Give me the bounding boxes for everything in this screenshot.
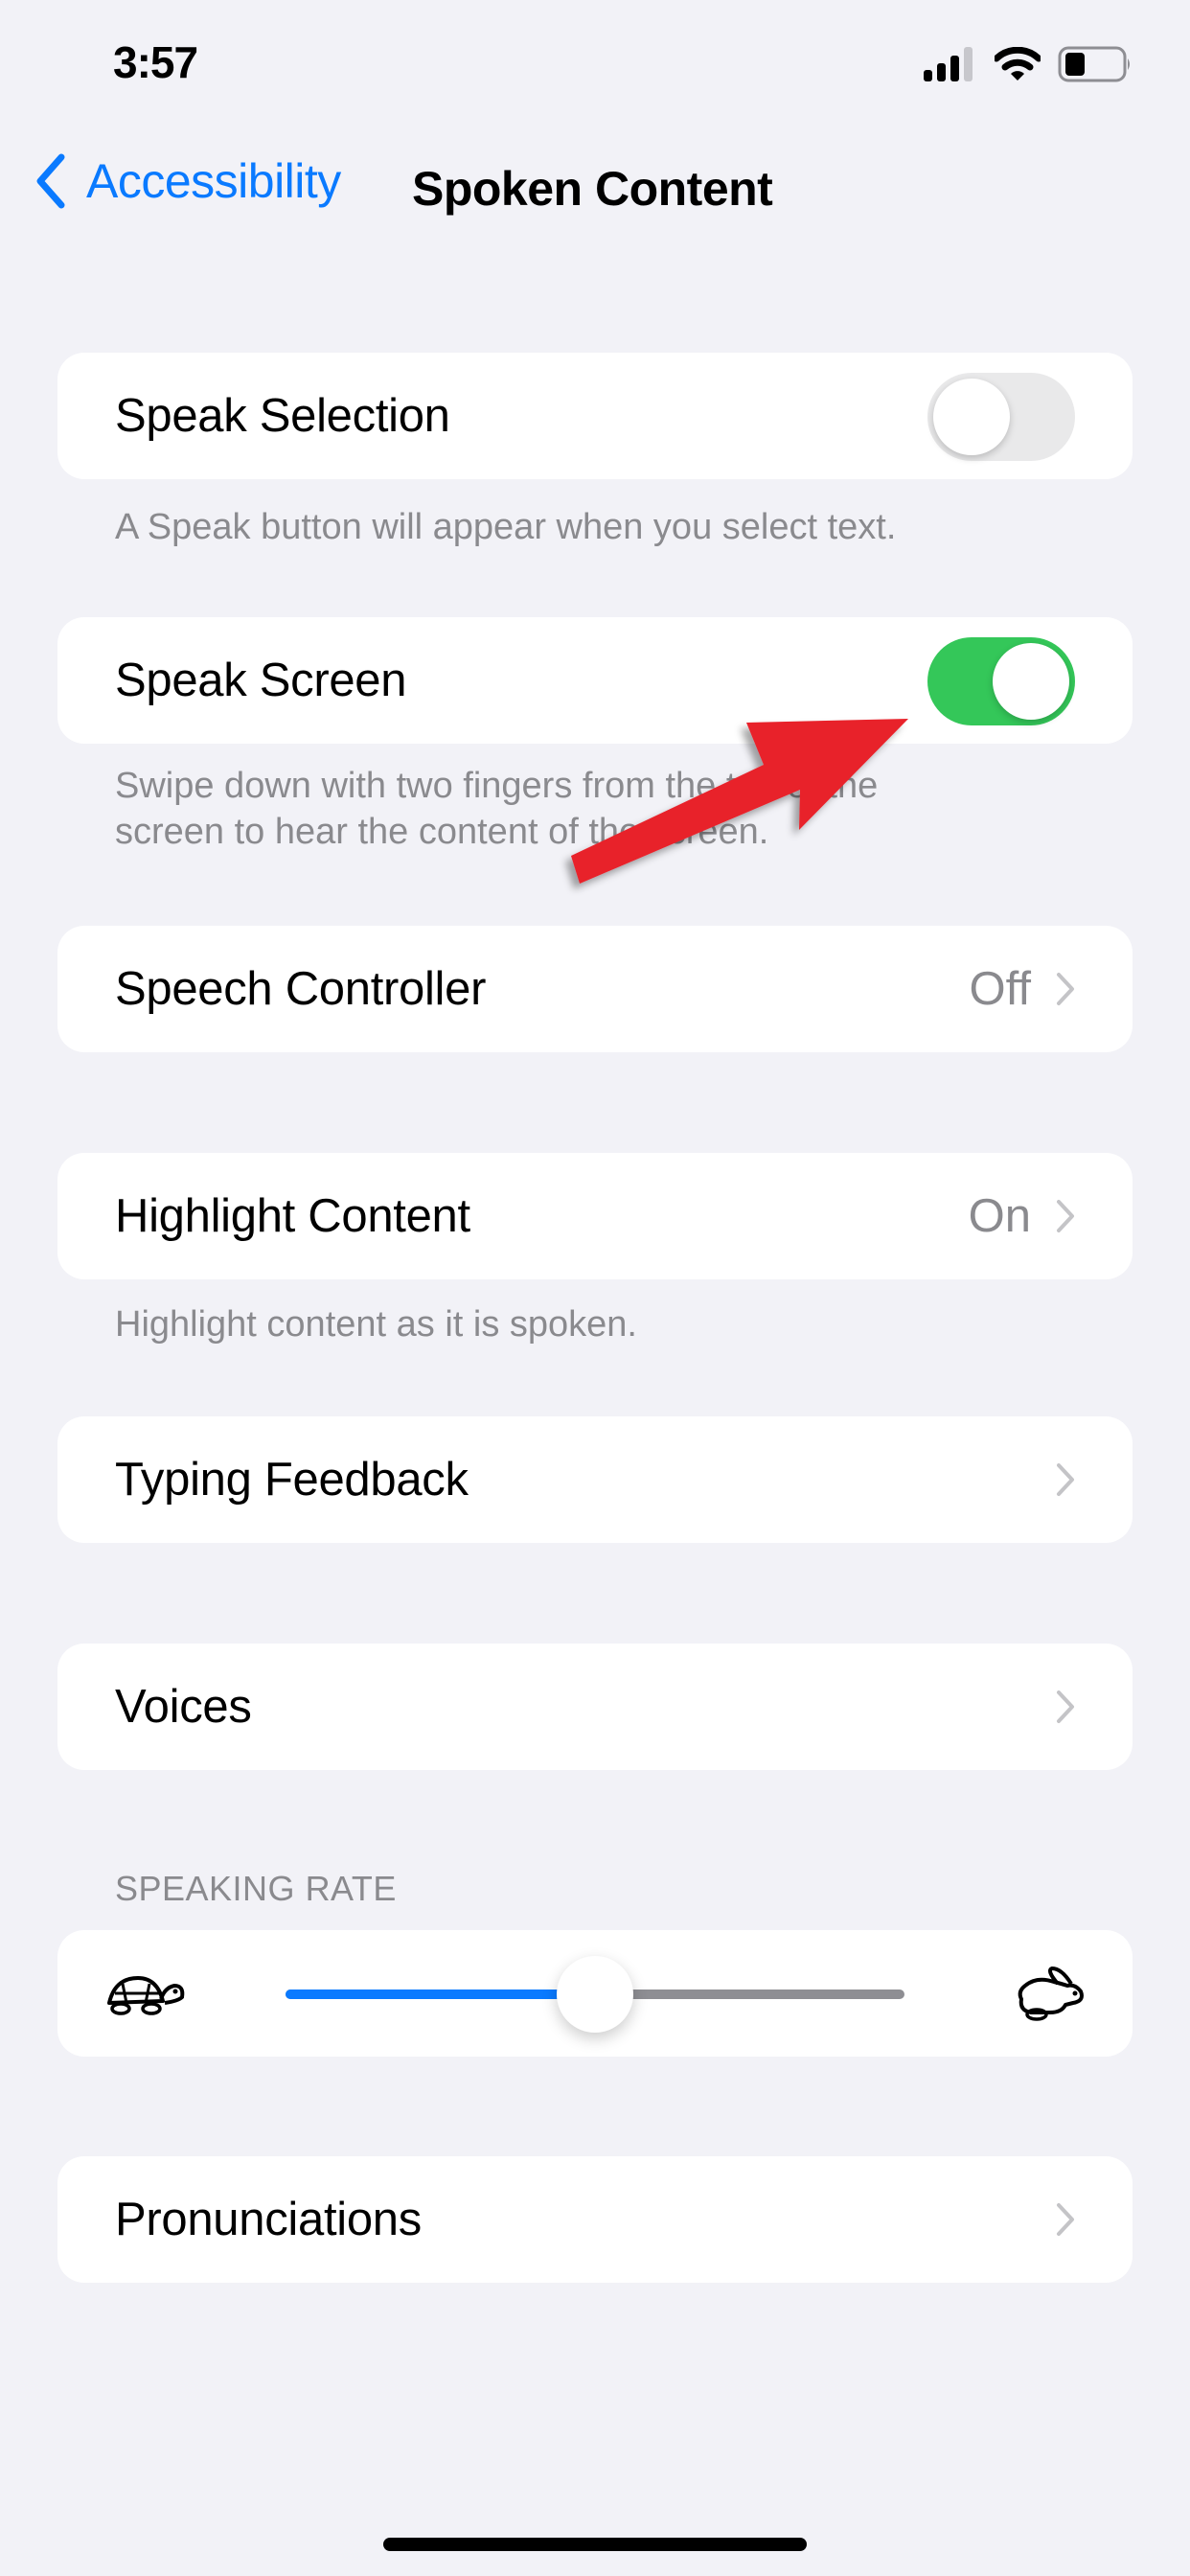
wifi-icon bbox=[995, 47, 1041, 80]
navigation-bar: Accessibility Spoken Content bbox=[0, 153, 1190, 230]
speak-selection-cell: Speak Selection bbox=[57, 353, 1133, 479]
highlight-content-label: Highlight Content bbox=[115, 1190, 470, 1242]
pronunciations-cell[interactable]: Pronunciations bbox=[57, 2156, 1133, 2283]
highlight-content-footer: Highlight content as it is spoken. bbox=[115, 1304, 637, 1345]
home-indicator[interactable] bbox=[383, 2538, 807, 2551]
chevron-right-icon bbox=[1057, 1200, 1074, 1232]
chevron-right-icon bbox=[1057, 1463, 1074, 1496]
slider-thumb[interactable] bbox=[557, 1956, 633, 2033]
chevron-right-icon bbox=[1057, 1690, 1074, 1723]
speak-selection-footer: A Speak button will appear when you sele… bbox=[115, 507, 897, 547]
page-title: Spoken Content bbox=[412, 162, 773, 216]
speak-selection-toggle[interactable] bbox=[927, 373, 1075, 461]
battery-icon bbox=[1058, 46, 1130, 82]
typing-feedback-label: Typing Feedback bbox=[115, 1454, 469, 1506]
back-button[interactable]: Accessibility bbox=[34, 153, 341, 209]
typing-feedback-cell[interactable]: Typing Feedback bbox=[57, 1416, 1133, 1543]
speaking-rate-cell bbox=[57, 1930, 1133, 2057]
highlight-content-cell[interactable]: Highlight Content On bbox=[57, 1153, 1133, 1279]
toggle-knob bbox=[933, 379, 1010, 455]
speech-controller-value: Off bbox=[969, 963, 1031, 1015]
voices-cell[interactable]: Voices bbox=[57, 1644, 1133, 1770]
speak-screen-toggle[interactable] bbox=[927, 637, 1075, 725]
highlight-content-value: On bbox=[968, 1190, 1031, 1242]
cellular-signal-icon bbox=[924, 47, 973, 81]
chevron-right-icon bbox=[1057, 973, 1074, 1005]
back-button-label: Accessibility bbox=[86, 154, 341, 208]
turtle-icon bbox=[107, 1976, 185, 2015]
speaking-rate-header: SPEAKING RATE bbox=[115, 1869, 397, 1908]
pronunciations-label: Pronunciations bbox=[115, 2194, 422, 2245]
speaking-rate-slider[interactable] bbox=[228, 1930, 962, 2057]
voices-label: Voices bbox=[115, 1681, 252, 1733]
chevron-right-icon bbox=[1057, 2203, 1074, 2236]
toggle-knob bbox=[993, 643, 1069, 720]
speech-controller-cell[interactable]: Speech Controller Off bbox=[57, 926, 1133, 1052]
slider-track[interactable] bbox=[286, 1956, 904, 2033]
rabbit-icon bbox=[1018, 1966, 1084, 2021]
chevron-left-icon bbox=[36, 153, 65, 209]
speak-screen-cell: Speak Screen bbox=[57, 617, 1133, 744]
speech-controller-label: Speech Controller bbox=[115, 963, 487, 1015]
speak-screen-footer: Swipe down with two fingers from the top… bbox=[115, 766, 879, 852]
slider-fill bbox=[286, 1990, 595, 1999]
status-time: 3:57 bbox=[113, 37, 198, 87]
status-icons bbox=[924, 46, 1133, 82]
